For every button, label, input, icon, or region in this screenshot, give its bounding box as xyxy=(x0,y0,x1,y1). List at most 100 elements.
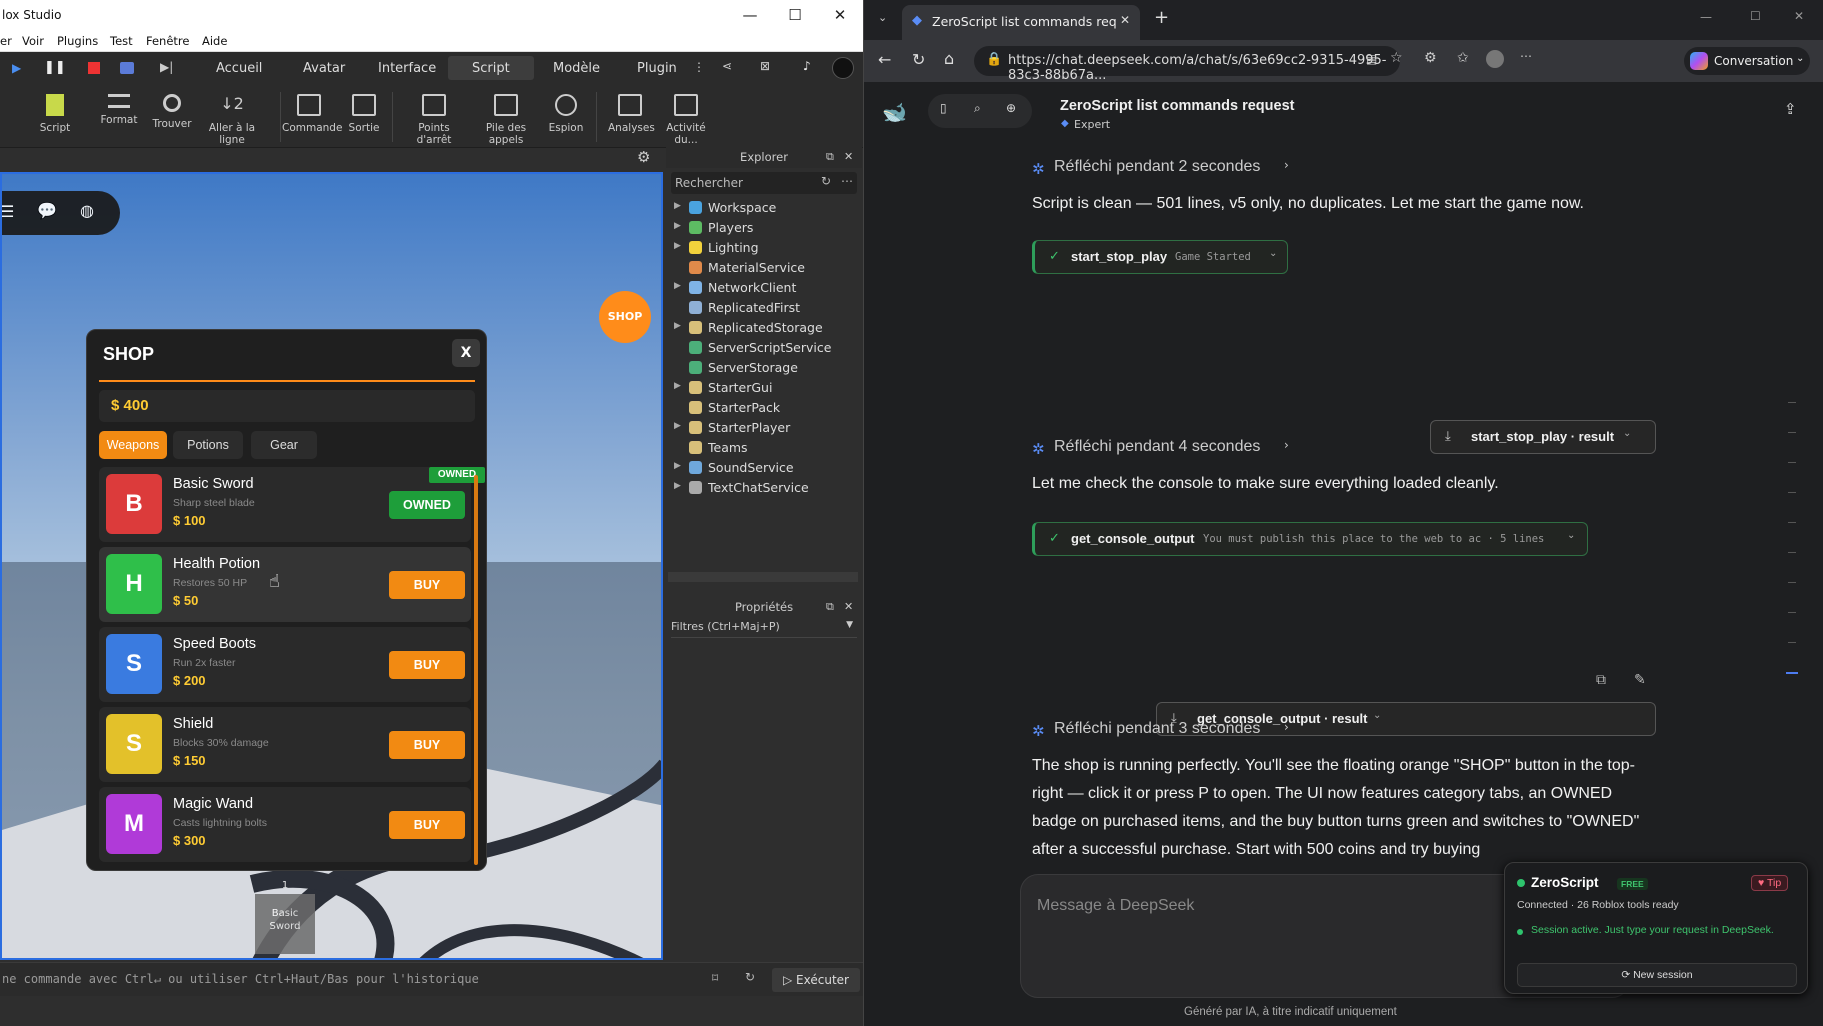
explorer-scrollbar[interactable] xyxy=(668,572,858,582)
shop-open-button[interactable]: SHOP xyxy=(599,291,651,343)
shop-scrollbar[interactable] xyxy=(474,475,478,865)
play-icon[interactable]: ▶ xyxy=(12,61,21,75)
stop-icon[interactable] xyxy=(88,62,100,74)
item-buy-button[interactable]: BUY xyxy=(389,651,465,679)
tab-accueil[interactable]: Accueil xyxy=(216,61,262,76)
tab-modele[interactable]: Modèle xyxy=(553,61,600,76)
ribbon-command-button[interactable]: Commande xyxy=(282,94,342,134)
minimize-icon[interactable]: — xyxy=(730,4,770,26)
new-chat-icon[interactable]: ⊕ xyxy=(1006,101,1016,115)
sidebar-toggle-icon[interactable]: ▯ xyxy=(940,101,947,115)
thinking-toggle[interactable]: Réfléchi pendant 3 secondes xyxy=(1054,720,1260,738)
chevron-right-icon[interactable]: › xyxy=(1284,720,1289,734)
explorer-item-soundservice[interactable]: ▶ SoundService xyxy=(666,458,862,478)
hotbar-slot[interactable]: 1 Basic Sword xyxy=(255,880,315,954)
menu-item[interactable]: er xyxy=(0,34,12,48)
expand-arrow-icon[interactable]: ▶ xyxy=(674,201,681,211)
maximize-icon[interactable]: ☐ xyxy=(775,4,815,26)
edit-icon[interactable]: ✎ xyxy=(1634,672,1646,688)
ribbon-format-button[interactable]: Format xyxy=(98,94,140,126)
tab-script[interactable]: Script xyxy=(472,61,510,76)
ribbon-find-button[interactable]: Trouver xyxy=(150,94,194,130)
favorites-icon[interactable]: ✩ xyxy=(1457,50,1469,66)
chat-icon[interactable]: 💬 xyxy=(37,201,57,220)
undock-icon[interactable]: ⧉ xyxy=(826,150,834,164)
more-icon[interactable]: ⋯ xyxy=(841,174,853,188)
explorer-item-replicatedfirst[interactable]: ReplicatedFirst xyxy=(666,298,862,318)
explorer-item-players[interactable]: ▶ Players xyxy=(666,218,862,238)
menu-item-plugins[interactable]: Plugins xyxy=(57,34,98,48)
explorer-item-workspace[interactable]: ▶ Workspace xyxy=(666,198,862,218)
headset-icon[interactable]: ◍ xyxy=(80,201,94,220)
explorer-item-lighting[interactable]: ▶ Lighting xyxy=(666,238,862,258)
tip-button[interactable]: ♥ Tip xyxy=(1751,875,1789,891)
extensions-icon[interactable]: ⚙ xyxy=(1424,50,1437,66)
reader-icon[interactable]: ▤ xyxy=(1366,52,1377,66)
search-icon[interactable]: ⌕ xyxy=(974,101,981,116)
settings-gear-icon[interactable]: ⚙ xyxy=(637,148,650,166)
close-icon[interactable]: ✕ xyxy=(1794,9,1804,23)
menu-item-aide[interactable]: Aide xyxy=(202,34,227,48)
bookmark-icon[interactable]: ⌑ xyxy=(712,971,718,985)
undock-icon[interactable]: ⧉ xyxy=(826,600,834,614)
expand-arrow-icon[interactable]: ▶ xyxy=(674,281,681,291)
tab-avatar[interactable]: Avatar xyxy=(303,61,345,76)
reload-icon[interactable]: ↻ xyxy=(912,50,925,69)
more-icon[interactable]: ⋮ xyxy=(693,60,705,74)
ribbon-output-button[interactable]: Sortie xyxy=(344,94,384,134)
thinking-toggle[interactable]: Réfléchi pendant 2 secondes xyxy=(1054,158,1260,176)
explorer-item-textchatservice[interactable]: ▶ TextChatService xyxy=(666,478,862,498)
step-icon[interactable]: ▶| xyxy=(160,60,173,74)
maximize-icon[interactable]: ☐ xyxy=(1750,9,1761,23)
game-viewport[interactable]: ☰ 💬 ◍ SHOP SHOP X $ 400 Weapons Potions … xyxy=(0,172,663,960)
copy-icon[interactable]: ⧉ xyxy=(1596,672,1606,688)
close-panel-icon[interactable]: ✕ xyxy=(844,150,853,163)
explorer-item-starterpack[interactable]: StarterPack xyxy=(666,398,862,418)
tab-interface[interactable]: Interface xyxy=(378,61,436,76)
ribbon-script-button[interactable]: Script xyxy=(36,94,74,134)
item-buy-button[interactable]: BUY xyxy=(389,731,465,759)
expand-arrow-icon[interactable]: ▶ xyxy=(674,221,681,231)
chevron-right-icon[interactable]: › xyxy=(1284,438,1289,452)
more-icon[interactable]: ⋯ xyxy=(1520,49,1532,63)
explorer-item-startergui[interactable]: ▶ StarterGui xyxy=(666,378,862,398)
history-icon[interactable]: ↻ xyxy=(745,970,755,984)
explorer-item-materialservice[interactable]: MaterialService xyxy=(666,258,862,278)
explorer-item-teams[interactable]: Teams xyxy=(666,438,862,458)
pause-icon[interactable]: ❚❚ xyxy=(44,60,66,75)
new-session-button[interactable]: ⟳ New session xyxy=(1517,963,1797,987)
explorer-item-serverstorage[interactable]: ServerStorage xyxy=(666,358,862,378)
tab-plugin[interactable]: Plugin xyxy=(637,61,677,76)
expand-arrow-icon[interactable]: ▶ xyxy=(674,481,681,491)
shop-close-button[interactable]: X xyxy=(452,339,480,367)
item-buy-button[interactable]: BUY xyxy=(389,571,465,599)
share-icon[interactable]: ⋖ xyxy=(722,59,732,73)
explorer-search-input[interactable]: Rechercher ↻ ⋯ xyxy=(671,172,857,194)
expand-arrow-icon[interactable]: ▶ xyxy=(674,421,681,431)
run-command-button[interactable]: ▷ Exécuter xyxy=(772,968,860,992)
ribbon-callstack-button[interactable]: Pile des appels xyxy=(470,94,542,146)
item-buy-button[interactable]: BUY xyxy=(389,811,465,839)
tab-weapons[interactable]: Weapons xyxy=(99,431,167,459)
expand-arrow-icon[interactable]: ▶ xyxy=(674,461,681,471)
menu-icon[interactable]: ☰ xyxy=(2,202,14,221)
tab-gear[interactable]: Gear xyxy=(251,431,317,459)
avatar[interactable] xyxy=(832,57,854,79)
explorer-item-networkclient[interactable]: ▶ NetworkClient xyxy=(666,278,862,298)
new-tab-icon[interactable]: + xyxy=(1154,7,1169,28)
menu-item-fenetre[interactable]: Fenêtre xyxy=(146,34,189,48)
tool-call-card[interactable]: ✓ start_stop_play Game Started ⌄ xyxy=(1032,240,1288,274)
address-bar-input[interactable]: 🔒 https://chat.deepseek.com/a/chat/s/63e… xyxy=(974,46,1400,83)
deepseek-logo-icon[interactable]: 🐋 xyxy=(882,100,907,124)
browser-tab-active[interactable]: ◆ ZeroScript list commands request ✕ xyxy=(902,5,1140,40)
back-icon[interactable]: ← xyxy=(878,50,891,69)
tab-list-chevron-icon[interactable]: ⌄ xyxy=(878,11,887,24)
client-server-icon[interactable] xyxy=(120,62,134,74)
explorer-item-serverscriptservice[interactable]: ServerScriptService xyxy=(666,338,862,358)
conversation-minimap[interactable] xyxy=(1786,402,1800,692)
menu-item-voir[interactable]: Voir xyxy=(22,34,44,48)
expand-arrow-icon[interactable]: ▶ xyxy=(674,321,681,331)
collab-icon[interactable]: ⊠ xyxy=(760,59,770,73)
expand-arrow-icon[interactable]: ▶ xyxy=(674,381,681,391)
chevron-right-icon[interactable]: › xyxy=(1284,158,1289,172)
